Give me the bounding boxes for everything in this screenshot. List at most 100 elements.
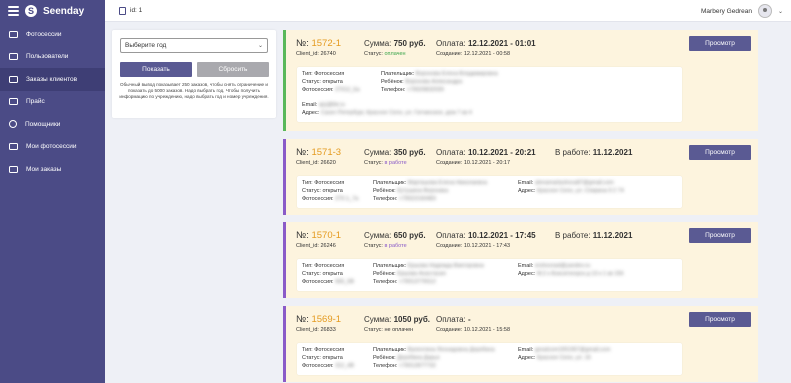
- sum-label: Сумма:: [364, 315, 392, 324]
- sidebar-item[interactable]: Мои заказы: [0, 158, 105, 181]
- client-id-label: Client_id:: [296, 327, 319, 333]
- detail-status-label: Статус:: [302, 271, 321, 277]
- payment-value: -: [467, 315, 471, 324]
- client-id-value: 26246: [320, 243, 336, 249]
- status-label: Статус:: [364, 327, 383, 333]
- sidebar-item-label: Заказы клиентов: [26, 75, 78, 83]
- detail-status: Статус: открыта: [302, 79, 343, 85]
- sidebar-item[interactable]: Мои фотосессии: [0, 136, 105, 159]
- number-label: №:: [296, 314, 309, 325]
- detail-payer: Плательщик: Воронова Елена Владимировна: [381, 71, 498, 77]
- order-in-work: В работе: 11.12.2021: [555, 148, 632, 157]
- sidebar-item[interactable]: Пользователи: [0, 46, 105, 69]
- user-menu[interactable]: Marbery Gedrean ⌄: [701, 4, 783, 18]
- users-icon: [9, 53, 18, 61]
- sidebar-item[interactable]: Помощники: [0, 113, 105, 136]
- detail-photoshoot-value: 565_5B: [335, 279, 355, 285]
- detail-photoshoot: Фотосессия: 565_5B: [302, 279, 354, 285]
- detail-photoshoot-label: Фотосессия:: [302, 363, 334, 369]
- my-photos-icon: [9, 143, 18, 151]
- number-value: 1570-1: [311, 230, 342, 241]
- created-label: Создание:: [436, 327, 463, 333]
- status-label: Статус:: [364, 243, 383, 249]
- detail-photoshoot: Фотосессия: 27012_5a: [302, 87, 360, 93]
- logo-icon: S: [25, 5, 37, 17]
- order-card: №: 1572-1 Client_id: 26740 Сумма: 750 руб.…: [283, 30, 758, 131]
- view-button[interactable]: Просмотр: [689, 312, 751, 327]
- detail-phone-value: +79013776512: [398, 279, 436, 285]
- detail-address: Адрес: Красное Село, ул. Спирина 9 2 74: [518, 188, 624, 194]
- sidebar-item[interactable]: Заказы клиентов: [0, 68, 105, 91]
- order-created: Создание: 10.12.2021 - 17:43: [436, 243, 510, 249]
- view-button[interactable]: Просмотр: [689, 228, 751, 243]
- number-value: 1572-1: [311, 38, 342, 49]
- detail-child-label: Ребёнок:: [373, 271, 396, 277]
- detail-status: Статус: открыта: [302, 355, 343, 361]
- order-sum: Сумма: 750 руб.: [364, 39, 426, 48]
- number-value: 1569-1: [311, 314, 342, 325]
- detail-address-value: Красное Село, ул. 16: [536, 355, 591, 361]
- order-created: Создание: 12.12.2021 - 00:58: [436, 51, 510, 57]
- detail-type-label: Тип:: [302, 71, 313, 77]
- filter-panel: Выберите год ⌄ Показать Сбросить Обычный…: [112, 30, 276, 118]
- created-value: 10.12.2021 - 20:17: [463, 160, 511, 166]
- orders-icon: [9, 75, 18, 83]
- in-work-label: В работе:: [555, 231, 591, 240]
- created-label: Создание:: [436, 51, 463, 57]
- detail-address-label: Адрес:: [302, 110, 320, 116]
- order-number: №: 1572-1: [296, 38, 341, 49]
- client-id-value: 26740: [320, 51, 336, 57]
- chevron-down-icon[interactable]: ⌄: [778, 8, 783, 15]
- detail-child: Ребёнок: Дерябина Дарья: [373, 355, 440, 361]
- reset-button[interactable]: Сбросить: [197, 62, 269, 77]
- number-label: №:: [296, 230, 309, 241]
- created-label: Создание:: [436, 243, 463, 249]
- sidebar-item[interactable]: Прайс: [0, 91, 105, 114]
- status-label: Статус:: [364, 51, 383, 57]
- order-card: №: 1569-1 Client_id: 26833 Сумма: 1050 руб…: [283, 306, 758, 382]
- detail-photoshoot: Фотосессия: 270-1_7a: [302, 196, 358, 202]
- created-label: Создание:: [436, 160, 463, 166]
- detail-payer-value: Ершова Надежда Викторовна: [407, 263, 484, 269]
- sidebar-item[interactable]: Фотосессии: [0, 23, 105, 46]
- detail-payer: Плательщик: Ершова Надежда Викторовна: [373, 263, 484, 269]
- avatar[interactable]: [757, 4, 772, 18]
- sum-label: Сумма:: [364, 39, 392, 48]
- view-button[interactable]: Просмотр: [689, 145, 751, 160]
- payment-label: Оплата:: [436, 148, 466, 157]
- detail-photoshoot-value: 270-1_7a: [335, 196, 359, 202]
- order-details: Тип: Фотосессия Статус: открыта Фотосессия…: [297, 343, 682, 375]
- detail-phone-label: Телефон:: [381, 87, 406, 93]
- in-work-value: 11.12.2021: [592, 148, 633, 157]
- client-id-label: Client_id:: [296, 51, 319, 57]
- year-select-value: Выберите год: [125, 42, 167, 49]
- view-button[interactable]: Просмотр: [689, 36, 751, 51]
- detail-child-value: Дерябина Дарья: [397, 355, 440, 361]
- detail-address-value: Красное Село, ул. Спирина 9 2 74: [536, 188, 624, 194]
- sidebar-nav: Фотосессии Пользователи Заказы клиентов Пра…: [0, 23, 105, 181]
- order-created: Создание: 10.12.2021 - 15:58: [436, 327, 510, 333]
- sidebar-item-label: Фотосессии: [26, 30, 62, 38]
- detail-phone-value: +79022160483: [398, 196, 436, 202]
- detail-payer: Плательщик: Марташова Елена Николаевна: [373, 180, 487, 186]
- detail-child-label: Ребёнок:: [373, 355, 396, 361]
- show-button[interactable]: Показать: [120, 62, 192, 77]
- detail-child-label: Ребёнок:: [373, 188, 396, 194]
- order-sum: Сумма: 650 руб.: [364, 231, 426, 240]
- detail-status: Статус: открыта: [302, 271, 343, 277]
- detail-status-value: открыта: [322, 355, 343, 361]
- year-select[interactable]: Выберите год ⌄: [120, 38, 268, 53]
- order-card: №: 1570-1 Client_id: 26246 Сумма: 650 руб.…: [283, 222, 758, 298]
- detail-email-value: alenamartashova87@gmail.com: [534, 180, 614, 186]
- menu-icon[interactable]: [8, 6, 19, 16]
- detail-type: Тип: Фотосессия: [302, 180, 344, 186]
- camera-icon: [9, 30, 18, 38]
- detail-photoshoot-label: Фотосессия:: [302, 87, 334, 93]
- order-details: Тип: Фотосессия Статус: открыта Фотосессия…: [297, 259, 682, 291]
- in-work-label: В работе:: [555, 148, 591, 157]
- helpers-icon: [9, 120, 17, 129]
- detail-email-value: gesalcom1951957@gmail.com: [534, 347, 611, 353]
- payment-value: 10.12.2021 - 20:21: [467, 148, 536, 157]
- sum-label: Сумма:: [364, 148, 392, 157]
- sidebar-item-label: Помощники: [25, 120, 61, 128]
